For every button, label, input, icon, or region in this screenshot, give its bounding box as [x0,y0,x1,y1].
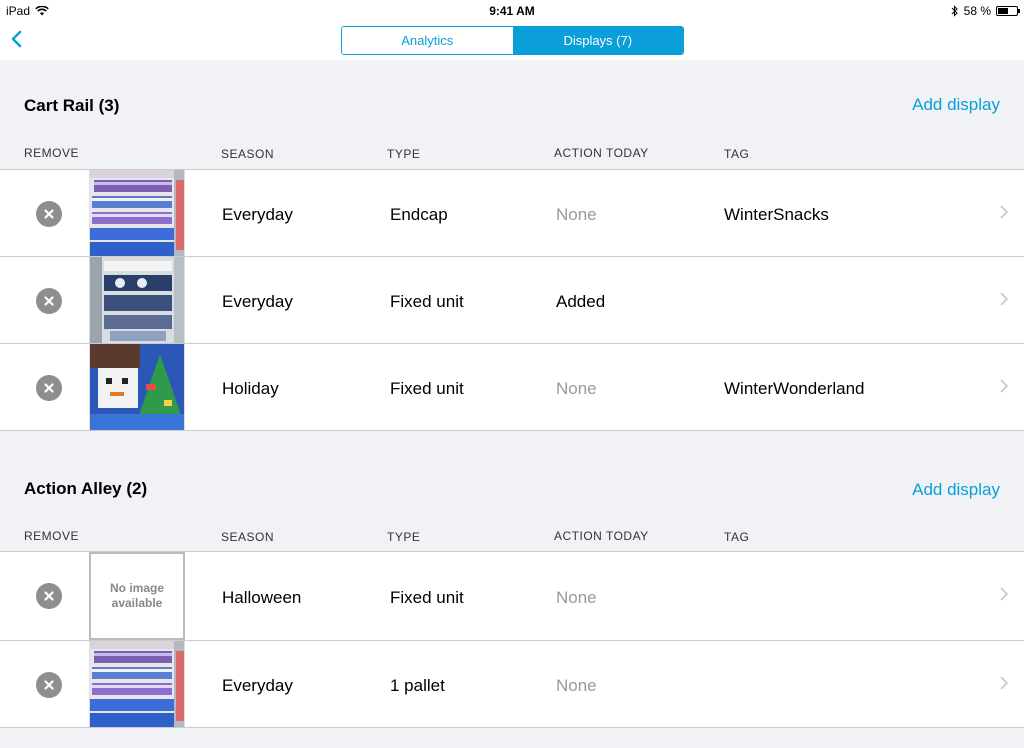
tab-analytics[interactable]: Analytics [342,27,513,54]
chevron-right-icon [1000,379,1008,393]
display-rows: Everyday Endcap None WinterSnacks Everyd… [0,169,1024,431]
season-cell: Halloween [222,588,302,607]
action-cell: None [556,379,597,398]
remove-button[interactable] [36,288,62,314]
remove-button[interactable] [36,672,62,698]
column-season: SEASON [221,147,275,161]
holiday-photo [90,344,184,430]
bluetooth-icon [951,5,958,17]
close-icon [44,591,54,601]
table-row[interactable]: Everyday 1 pallet None [0,641,1024,728]
close-icon [44,209,54,219]
column-action-today: ACTION TODAY [554,529,649,543]
chevron-right-icon [1000,292,1008,306]
column-remove: REMOVE [24,529,80,543]
back-button[interactable] [6,26,30,54]
season-cell: Everyday [222,292,293,311]
tag-cell: WinterWonderland [724,379,865,398]
column-tag: TAG [724,530,750,544]
remove-button[interactable] [36,201,62,227]
table-row[interactable]: No image available Halloween Fixed unit N… [0,552,1024,641]
action-cell: Added [556,292,606,311]
chevron-right-icon [1000,587,1008,601]
status-bar: iPad 9:41 AM 58 % [0,0,1024,22]
table-row[interactable]: Holiday Fixed unit None WinterWonderland [0,344,1024,431]
column-type: TYPE [387,530,421,544]
clock: 9:41 AM [489,4,535,18]
no-image-placeholder: No image available [89,552,185,640]
shelf-photo [90,641,184,727]
navigation-bar: Analytics Displays (7) [0,22,1024,60]
tab-displays[interactable]: Displays (7) [512,27,683,54]
battery-icon [996,6,1020,16]
column-tag: TAG [724,147,750,161]
status-right: 58 % [951,4,1020,18]
column-action-today: ACTION TODAY [554,146,649,160]
column-remove: REMOVE [24,146,80,160]
add-display-button[interactable]: Add display [912,95,1000,115]
segmented-control: Analytics Displays (7) [341,26,684,55]
display-thumbnail [89,641,185,727]
season-cell: Holiday [222,379,279,398]
type-cell: Fixed unit [390,588,464,607]
display-thumbnail [89,170,185,256]
type-cell: 1 pallet [390,676,445,695]
close-icon [44,296,54,306]
shelf-photo [90,170,184,256]
section-title: Action Alley (2) [24,479,148,498]
displays-list: Cart Rail (3) Add display REMOVE SEASON … [0,60,1024,748]
battery-level [998,8,1009,14]
type-cell: Fixed unit [390,292,464,311]
add-display-button[interactable]: Add display [912,480,1000,500]
chevron-right-icon [1000,205,1008,219]
action-cell: None [556,588,597,607]
table-row[interactable]: Everyday Fixed unit Added [0,257,1024,344]
section-action-alley: Action Alley (2) Add display REMOVE SEAS… [0,443,1024,743]
column-season: SEASON [221,530,275,544]
remove-button[interactable] [36,375,62,401]
action-cell: None [556,676,597,695]
shelf-photo [90,257,184,343]
action-cell: None [556,205,597,224]
display-thumbnail [89,344,185,430]
column-type: TYPE [387,147,421,161]
season-cell: Everyday [222,676,293,695]
season-cell: Everyday [222,205,293,224]
table-row[interactable]: Everyday Endcap None WinterSnacks [0,170,1024,257]
chevron-left-icon [11,30,22,48]
display-rows: No image available Halloween Fixed unit N… [0,551,1024,728]
close-icon [44,680,54,690]
battery-percent: 58 % [963,4,991,18]
type-cell: Fixed unit [390,379,464,398]
tag-cell: WinterSnacks [724,205,829,224]
chevron-right-icon [1000,676,1008,690]
close-icon [44,383,54,393]
section-cart-rail: Cart Rail (3) Add display REMOVE SEASON … [0,60,1024,431]
section-title: Cart Rail (3) [24,96,120,115]
type-cell: Endcap [390,205,448,224]
display-thumbnail [89,257,185,343]
remove-button[interactable] [36,583,62,609]
